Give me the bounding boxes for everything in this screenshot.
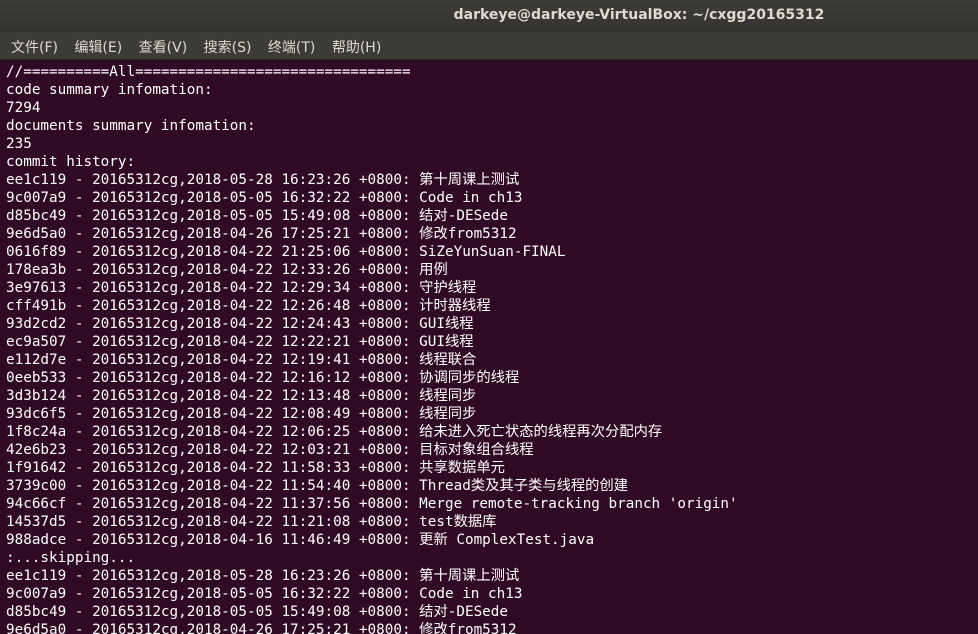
terminal-line: 42e6b23 - 20165312cg,2018-04-22 12:03:21… bbox=[6, 442, 534, 458]
window-title: darkeye@darkeye-VirtualBox: ~/cxgg201653… bbox=[453, 7, 825, 23]
terminal-line: :...skipping... bbox=[6, 550, 136, 566]
terminal-line: //==========All=========================… bbox=[6, 64, 411, 80]
terminal-line: 3739c00 - 20165312cg,2018-04-22 11:54:40… bbox=[6, 478, 629, 494]
menu-file[interactable]: 文件(F) bbox=[5, 32, 64, 59]
terminal-line: e112d7e - 20165312cg,2018-04-22 12:19:41… bbox=[6, 352, 477, 368]
terminal-line: 14537d5 - 20165312cg,2018-04-22 11:21:08… bbox=[6, 514, 497, 530]
terminal-line: 3e97613 - 20165312cg,2018-04-22 12:29:34… bbox=[6, 280, 477, 296]
terminal-line: code summary infomation: bbox=[6, 82, 213, 98]
terminal-line: 9e6d5a0 - 20165312cg,2018-04-26 17:25:21… bbox=[6, 226, 517, 242]
terminal-line: 3d3b124 - 20165312cg,2018-04-22 12:13:48… bbox=[6, 388, 477, 404]
terminal-line: d85bc49 - 20165312cg,2018-05-05 15:49:08… bbox=[6, 604, 509, 620]
terminal-line: 178ea3b - 20165312cg,2018-04-22 12:33:26… bbox=[6, 262, 448, 278]
terminal-line: documents summary infomation: bbox=[6, 118, 256, 134]
terminal-line: d85bc49 - 20165312cg,2018-05-05 15:49:08… bbox=[6, 208, 509, 224]
terminal-line: commit history: bbox=[6, 154, 136, 170]
terminal-line: 9c007a9 - 20165312cg,2018-05-05 16:32:22… bbox=[6, 586, 523, 602]
terminal-line: 9e6d5a0 - 20165312cg,2018-04-26 17:25:21… bbox=[6, 622, 517, 634]
menu-terminal[interactable]: 终端(T) bbox=[262, 32, 321, 59]
window-titlebar[interactable]: darkeye@darkeye-VirtualBox: ~/cxgg201653… bbox=[0, 0, 978, 32]
terminal-line: 9c007a9 - 20165312cg,2018-05-05 16:32:22… bbox=[6, 190, 523, 206]
terminal-output[interactable]: //==========All=========================… bbox=[0, 60, 978, 634]
terminal-line: 94c66cf - 20165312cg,2018-04-22 11:37:56… bbox=[6, 496, 738, 512]
menu-search[interactable]: 搜索(S) bbox=[198, 32, 258, 59]
terminal-line: 0616f89 - 20165312cg,2018-04-22 21:25:06… bbox=[6, 244, 566, 260]
terminal-line: 7294 bbox=[6, 100, 41, 116]
terminal-line: 93d2cd2 - 20165312cg,2018-04-22 12:24:43… bbox=[6, 316, 474, 332]
terminal-line: 93dc6f5 - 20165312cg,2018-04-22 12:08:49… bbox=[6, 406, 477, 422]
menu-edit[interactable]: 编辑(E) bbox=[68, 32, 128, 59]
menu-view[interactable]: 查看(V) bbox=[133, 32, 194, 59]
terminal-line: 235 bbox=[6, 136, 32, 152]
terminal-line: ee1c119 - 20165312cg,2018-05-28 16:23:26… bbox=[6, 568, 520, 584]
menu-bar: 文件(F) 编辑(E) 查看(V) 搜索(S) 终端(T) 帮助(H) bbox=[0, 32, 978, 60]
terminal-line: 988adce - 20165312cg,2018-04-16 11:46:49… bbox=[6, 532, 595, 548]
terminal-line: 0eeb533 - 20165312cg,2018-04-22 12:16:12… bbox=[6, 370, 520, 386]
terminal-line: ec9a507 - 20165312cg,2018-04-22 12:22:21… bbox=[6, 334, 474, 350]
terminal-line: cff491b - 20165312cg,2018-04-22 12:26:48… bbox=[6, 298, 491, 314]
menu-help[interactable]: 帮助(H) bbox=[326, 32, 387, 59]
terminal-line: ee1c119 - 20165312cg,2018-05-28 16:23:26… bbox=[6, 172, 520, 188]
terminal-line: 1f8c24a - 20165312cg,2018-04-22 12:06:25… bbox=[6, 424, 663, 440]
terminal-line: 1f91642 - 20165312cg,2018-04-22 11:58:33… bbox=[6, 460, 505, 476]
